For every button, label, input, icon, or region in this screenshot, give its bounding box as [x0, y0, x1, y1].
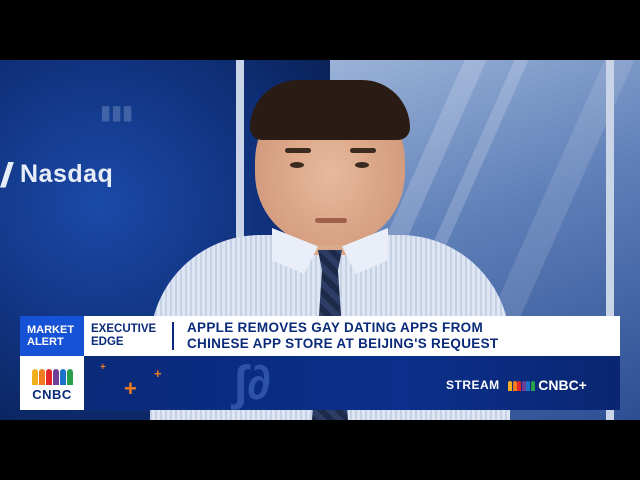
stream-brand: CNBC+ [538, 377, 587, 393]
wall-ghost-text: ▮▮▮ [100, 102, 134, 124]
cnbc-logo-text: CNBC [32, 386, 72, 402]
peacock-feather [31, 368, 38, 385]
peacock-icon [31, 365, 73, 385]
anchor-brow [350, 148, 376, 153]
anchor-brow [285, 148, 311, 153]
nasdaq-wall-logo: Nasdaq [0, 160, 113, 189]
peacock-feather [526, 381, 531, 391]
decor-plus-icon: + [154, 366, 162, 381]
mini-peacock-icon [507, 379, 536, 391]
peacock-feather [38, 368, 45, 385]
peacock-feather [530, 381, 535, 391]
headline-line-2: CHINESE APP STORE AT BEIJING'S REQUEST [187, 336, 499, 351]
decor-plus-icon: + [100, 362, 106, 373]
peacock-feather [66, 368, 73, 385]
decor-squiggle: ∫∂ [234, 357, 271, 410]
cnbc-logo: CNBC [20, 356, 84, 410]
show-name-line-2: EDGE [91, 336, 124, 348]
peacock-feather [512, 381, 517, 391]
alert-line-2: ALERT [27, 336, 64, 348]
headline-divider [172, 322, 174, 350]
headline-line-1: APPLE REMOVES GAY DATING APPS FROM [187, 320, 483, 335]
peacock-feather [59, 368, 66, 385]
peacock-feather [507, 381, 512, 391]
nasdaq-wall-text: Nasdaq [20, 160, 114, 188]
anchor-eye [355, 162, 369, 168]
show-name: EXECUTIVE EDGE [91, 316, 171, 356]
peacock-feather [45, 368, 52, 385]
anchor-mouth [315, 218, 347, 223]
stream-label: STREAM [446, 378, 500, 392]
nasdaq-mark-icon [0, 161, 14, 188]
anchor-eye [290, 162, 304, 168]
headline: APPLE REMOVES GAY DATING APPS FROM CHINE… [187, 316, 617, 356]
anchor-hair [250, 80, 410, 140]
stream-promo: STREAM CNBC+ [446, 374, 587, 396]
alert-line-1: MARKET [27, 324, 75, 336]
show-name-line-1: EXECUTIVE [91, 323, 157, 335]
peacock-feather [521, 381, 526, 391]
peacock-feather [517, 381, 522, 391]
peacock-feather [52, 368, 59, 385]
decor-plus-icon: + [124, 376, 137, 401]
market-alert-badge: MARKET ALERT [20, 316, 84, 356]
